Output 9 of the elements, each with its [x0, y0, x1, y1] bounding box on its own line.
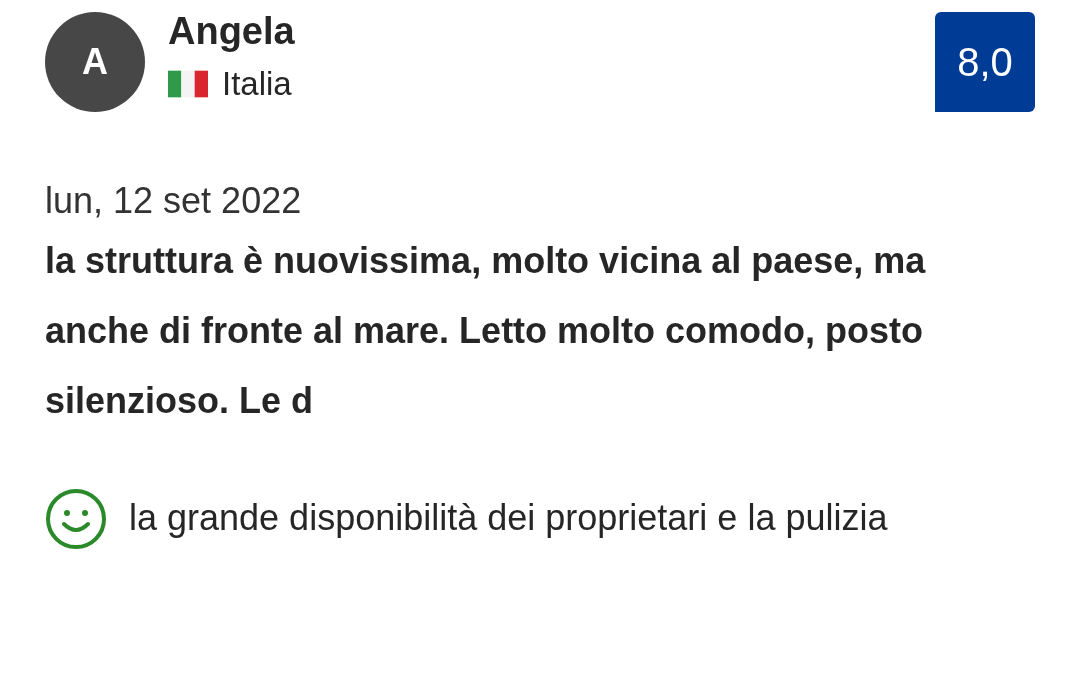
- smiley-icon: [45, 488, 107, 550]
- reviewer-name: Angela: [168, 9, 296, 54]
- italy-flag-icon: [168, 70, 208, 98]
- review-title: la struttura è nuovissima, molto vicina al paese, ma anche di fronte al mare. Letto molto comodo, posto silenzioso. Le d: [45, 239, 927, 423]
- review-date: lun, 12 set 2022: [45, 179, 303, 223]
- score-badge: 8,0: [935, 12, 1035, 112]
- review-point: la grande disponibilità dei proprietari e la pulizia: [129, 496, 889, 540]
- avatar: A: [45, 12, 145, 112]
- country-name: Italia: [222, 64, 292, 104]
